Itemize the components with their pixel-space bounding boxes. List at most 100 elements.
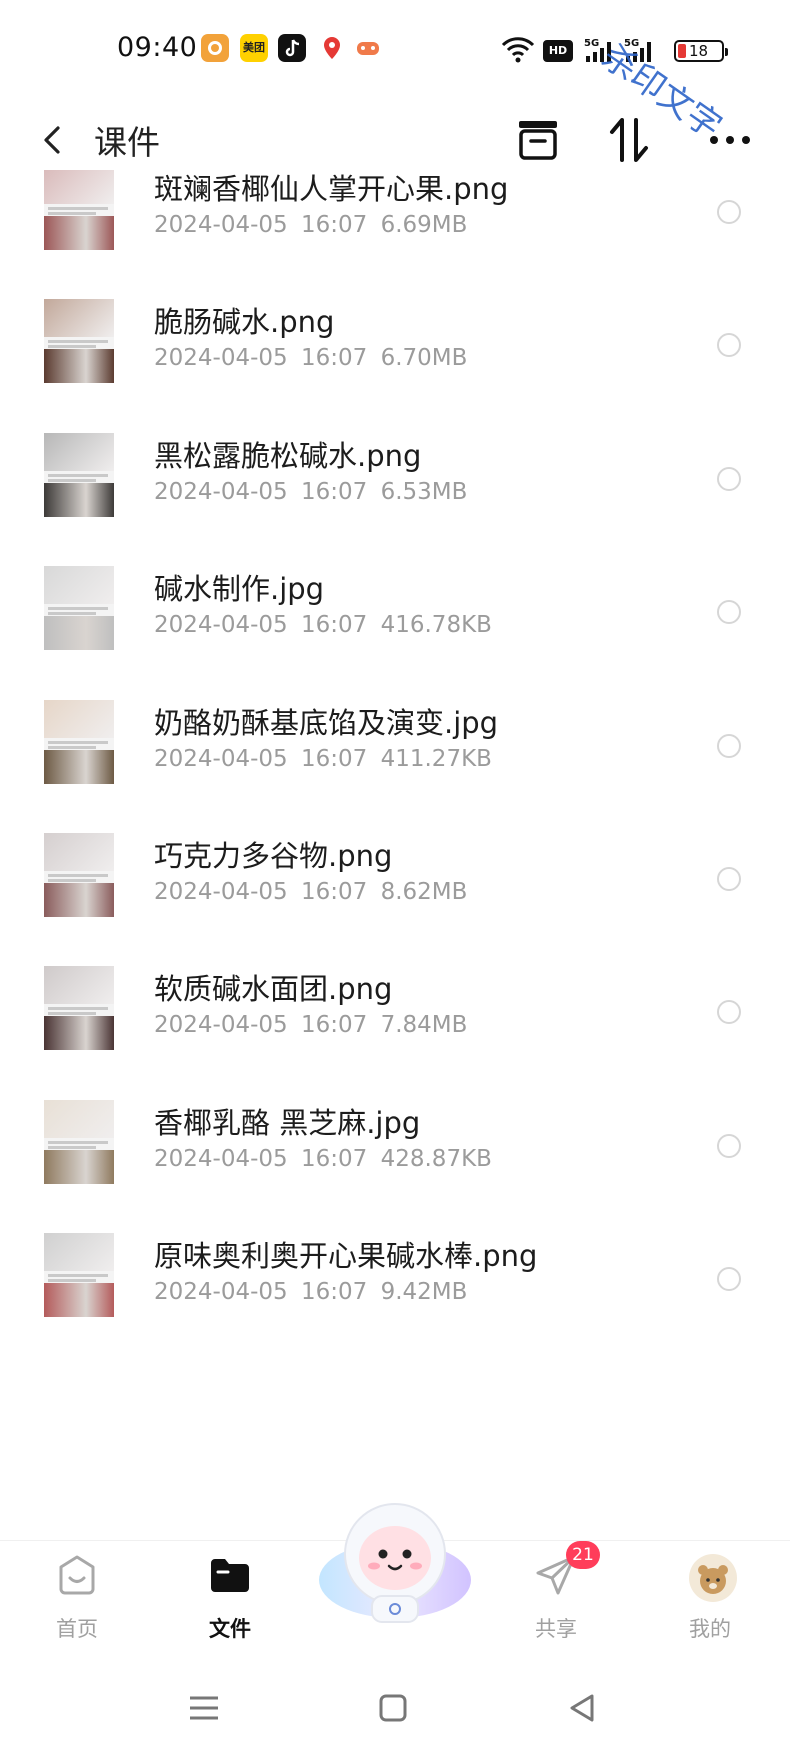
file-size: 7.84MB	[380, 1012, 468, 1039]
file-size: 6.53MB	[380, 478, 468, 505]
select-radio[interactable]	[717, 1000, 741, 1025]
file-thumbnail	[44, 566, 114, 651]
select-radio[interactable]	[717, 200, 741, 224]
file-row[interactable]: 奶酪奶酥基底馅及演变.jpg 2024-04-05 16:07 411.27KB	[0, 688, 790, 837]
file-size: 411.27KB	[380, 745, 492, 772]
file-date: 2024-04-05	[154, 612, 288, 639]
file-name: 脆肠碱水.png	[154, 305, 335, 340]
menu-icon[interactable]	[182, 1686, 226, 1730]
tab-label: 共享	[535, 1617, 577, 1641]
file-meta: 2024-04-05 16:07 8.62MB	[154, 879, 467, 905]
svg-text:5G: 5G	[584, 38, 599, 49]
file-name: 奶酪奶酥基底馅及演变.jpg	[154, 705, 499, 740]
file-size: 6.69MB	[380, 212, 468, 238]
file-meta: 2024-04-05 16:07 9.42MB	[154, 1279, 467, 1305]
file-row[interactable]: 斑斓香椰仙人掌开心果.png 2024-04-05 16:07 6.69MB	[0, 170, 790, 303]
avatar-icon	[688, 1553, 737, 1602]
tab-label: 首页	[56, 1617, 98, 1641]
file-size: 416.78KB	[380, 612, 492, 639]
tab-files[interactable]: 文件	[170, 1541, 290, 1661]
file-row[interactable]: 软质碱水面团.png 2024-04-05 16:07 7.84MB	[0, 954, 790, 1103]
header: 课件	[0, 100, 790, 180]
archive-icon[interactable]	[508, 110, 568, 170]
file-time: 16:07	[300, 345, 368, 372]
file-thumbnail	[44, 966, 114, 1051]
file-name: 斑斓香椰仙人掌开心果.png	[154, 172, 509, 206]
tab-home[interactable]: 首页	[17, 1541, 137, 1661]
file-time: 16:07	[300, 478, 368, 505]
file-name: 黑松露脆松碱水.png	[154, 438, 422, 473]
file-name: 香椰乳酪 黑芝麻.jpg	[154, 1105, 421, 1140]
file-date: 2024-04-05	[154, 478, 288, 505]
tab-me[interactable]: 我的	[650, 1541, 770, 1661]
file-thumbnail	[44, 432, 114, 517]
status-time: 09:40	[117, 32, 198, 63]
astronaut-mascot-icon[interactable]	[316, 1496, 474, 1626]
screen: 09:40 美团 HD 5G 5G 18 杀印文字 课件 斑斓香椰仙人掌开心果.…	[0, 0, 790, 1756]
file-date: 2024-04-05	[154, 345, 288, 372]
map-pin-icon	[318, 34, 346, 62]
file-row[interactable]: 碱水制作.jpg 2024-04-05 16:07 416.78KB	[0, 554, 790, 703]
file-date: 2024-04-05	[154, 1012, 288, 1039]
select-radio[interactable]	[717, 1267, 741, 1292]
file-time: 16:07	[300, 1145, 368, 1172]
file-thumbnail	[44, 699, 114, 784]
select-radio[interactable]	[717, 867, 741, 891]
file-meta: 2024-04-05 16:07 6.69MB	[154, 212, 467, 238]
file-list: 斑斓香椰仙人掌开心果.png 2024-04-05 16:07 6.69MB 脆肠碱…	[0, 170, 790, 1540]
file-thumbnail	[44, 1233, 114, 1318]
file-thumbnail	[44, 170, 114, 250]
tab-share[interactable]: 21 共享	[496, 1541, 616, 1661]
battery-percent: 18	[689, 42, 709, 60]
file-thumbnail	[44, 833, 114, 917]
back-triangle-icon[interactable]	[560, 1686, 604, 1730]
back-arrow-icon[interactable]	[36, 114, 76, 166]
file-size: 428.87KB	[380, 1145, 492, 1172]
home-face-icon	[55, 1553, 99, 1597]
file-row[interactable]: 脆肠碱水.png 2024-04-05 16:07 6.70MB	[0, 287, 790, 436]
battery-icon: 18	[674, 40, 728, 62]
file-date: 2024-04-05	[154, 879, 288, 905]
douyin-icon	[278, 34, 306, 62]
select-radio[interactable]	[717, 600, 741, 625]
tab-label: 文件	[209, 1617, 251, 1641]
tab-label: 我的	[689, 1617, 731, 1641]
file-row[interactable]: 巧克力多谷物.png 2024-04-05 16:07 8.62MB	[0, 821, 790, 970]
file-size: 9.42MB	[380, 1279, 468, 1306]
file-time: 16:07	[300, 879, 368, 905]
file-thumbnail	[44, 299, 114, 384]
sort-icon[interactable]	[600, 110, 660, 170]
file-row[interactable]: 原味奥利奥开心果碱水棒.png 2024-04-05 16:07 9.42MB	[0, 1221, 790, 1370]
page-title: 课件	[94, 123, 160, 162]
wifi-icon	[500, 36, 536, 64]
file-meta: 2024-04-05 16:07 416.78KB	[154, 612, 492, 638]
file-name: 碱水制作.jpg	[154, 572, 325, 607]
home-square-icon[interactable]	[371, 1686, 415, 1730]
file-time: 16:07	[300, 1279, 368, 1306]
file-size: 8.62MB	[380, 879, 468, 905]
file-thumbnail	[44, 1099, 114, 1184]
select-radio[interactable]	[717, 466, 741, 491]
meituan-icon: 美团	[240, 34, 268, 62]
file-meta: 2024-04-05 16:07 6.53MB	[154, 479, 467, 505]
folder-icon	[208, 1553, 252, 1597]
file-date: 2024-04-05	[154, 212, 288, 238]
file-name: 软质碱水面团.png	[154, 972, 393, 1007]
file-time: 16:07	[300, 745, 368, 772]
battery-level	[678, 44, 686, 58]
file-time: 16:07	[300, 612, 368, 639]
system-navigation-bar	[0, 1660, 790, 1756]
select-radio[interactable]	[717, 733, 741, 758]
orange-app-icon	[201, 34, 229, 62]
file-name: 巧克力多谷物.png	[154, 839, 393, 873]
file-meta: 2024-04-05 16:07 428.87KB	[154, 1146, 492, 1172]
file-meta: 2024-04-05 16:07 6.70MB	[154, 345, 467, 371]
select-radio[interactable]	[717, 1133, 741, 1158]
more-icon[interactable]	[700, 110, 760, 170]
select-radio[interactable]	[717, 333, 741, 358]
share-badge: 21	[566, 1541, 600, 1569]
file-time: 16:07	[300, 212, 368, 238]
hd-icon: HD	[543, 40, 573, 62]
file-row[interactable]: 黑松露脆松碱水.png 2024-04-05 16:07 6.53MB	[0, 421, 790, 570]
file-row[interactable]: 香椰乳酪 黑芝麻.jpg 2024-04-05 16:07 428.87KB	[0, 1088, 790, 1237]
